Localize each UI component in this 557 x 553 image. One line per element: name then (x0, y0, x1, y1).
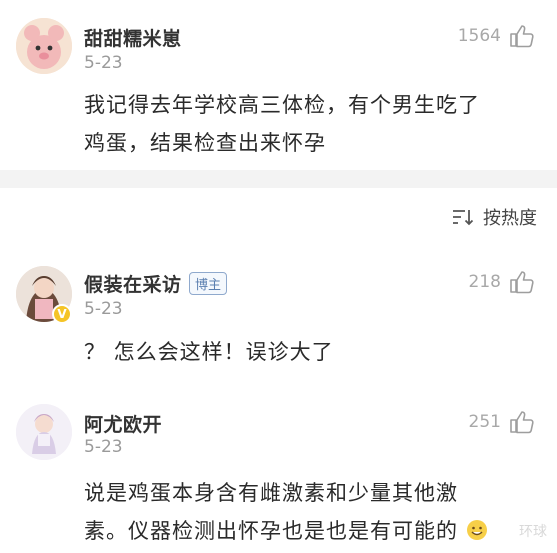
comment-text-span: 素。仪器检测出怀孕也是也是有可能的 (84, 519, 458, 543)
username[interactable]: 阿尤欧开 (84, 410, 162, 437)
comment-date: 5-23 (84, 299, 123, 319)
username[interactable]: 假装在采访 (84, 270, 182, 297)
like-count: 218 (468, 272, 501, 292)
username[interactable]: 甜甜糯米崽 (84, 24, 182, 51)
comment-text: ？ 怎么会这样！误诊大了 (84, 333, 334, 371)
thumbs-up-icon[interactable] (509, 24, 535, 48)
thumbs-up-icon[interactable] (509, 270, 535, 294)
avatar[interactable] (16, 404, 72, 460)
comment-text-line: 说是鸡蛋本身含有雌激素和少量其他激 (84, 481, 458, 505)
like-count: 1564 (457, 26, 501, 46)
sort-by-hot-button[interactable]: 按热度 (451, 202, 537, 232)
comment-date: 5-23 (84, 53, 123, 73)
avatar[interactable] (16, 18, 72, 74)
watermark: 环球 (519, 524, 547, 540)
comment-text-line: 我记得去年学校高三体检，有个男生吃了 (84, 93, 480, 117)
comment-item: 阿尤欧开 5-23 251 说是鸡蛋本身含有雌激素和少量其他激 素。仪器检测出怀… (0, 384, 557, 553)
comment-thread: 甜甜糯米崽 5-23 1564 我记得去年学校高三体检，有个男生吃了 鸡蛋，结果… (0, 0, 557, 553)
thumbs-up-icon[interactable] (509, 410, 535, 434)
blogger-badge: 博主 (189, 272, 228, 295)
comment-date: 5-23 (84, 437, 123, 457)
section-divider (0, 170, 557, 188)
sort-label: 按热度 (483, 208, 537, 229)
comment-text: 我记得去年学校高三体检，有个男生吃了 鸡蛋，结果检查出来怀孕 (84, 86, 480, 162)
comment-item: V 假装在采访 博主 5-23 218 ？ 怎么会这样！误诊大了 (0, 250, 557, 380)
like-count: 251 (468, 412, 501, 432)
sort-icon (453, 210, 474, 226)
comment-text-line: ？ 怎么会这样！误诊大了 (84, 340, 334, 364)
comment-text-line: 鸡蛋，结果检查出来怀孕 (84, 131, 326, 155)
verified-badge-icon: V (52, 304, 72, 324)
comment-text-line: 素。仪器检测出怀孕也是也是有可能的 (84, 512, 488, 550)
grinning-emoji-icon (466, 520, 487, 540)
comment-item: 甜甜糯米崽 5-23 1564 我记得去年学校高三体检，有个男生吃了 鸡蛋，结果… (0, 0, 557, 170)
comment-text: 说是鸡蛋本身含有雌激素和少量其他激 素。仪器检测出怀孕也是也是有可能的 (84, 474, 488, 550)
